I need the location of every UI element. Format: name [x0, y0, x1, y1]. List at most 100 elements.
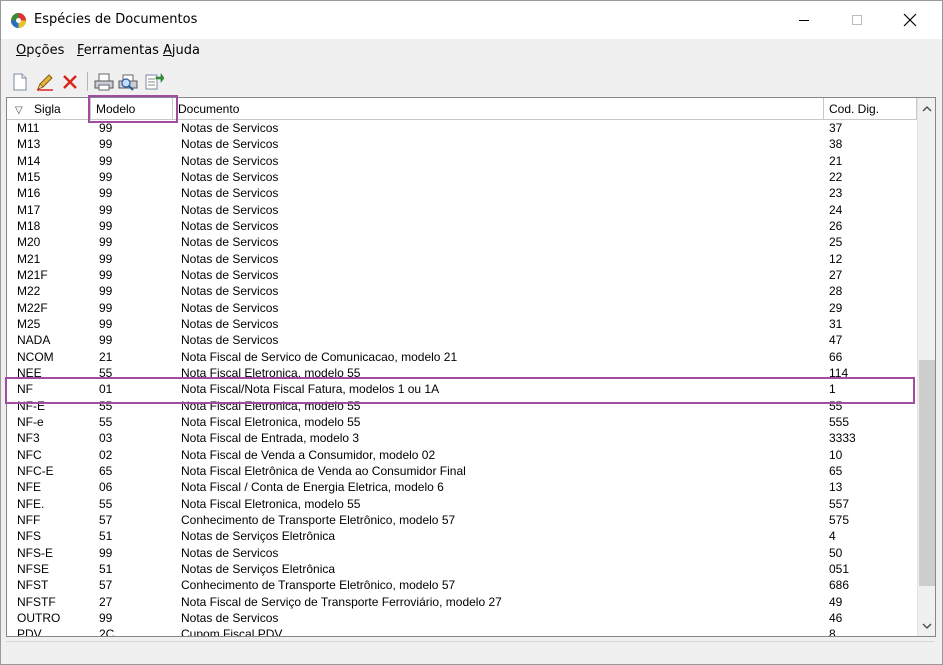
cell-modelo: 99	[99, 284, 113, 299]
table-row[interactable]: NFF 57 Conhecimento de Transporte Eletrôni…	[7, 512, 917, 528]
close-icon	[903, 13, 917, 27]
table-row[interactable]: NFS-E 99 Notas de Servicos 50	[7, 545, 917, 561]
table-row[interactable]: M22F 99 Notas de Servicos 29	[7, 300, 917, 316]
cell-sigla: M21	[17, 251, 41, 266]
table-row[interactable]: NFS 51 Notas de Serviços Eletrônica 4	[7, 528, 917, 544]
table-row[interactable]: M17 99 Notas de Servicos 24	[7, 202, 917, 218]
edit-button[interactable]	[34, 71, 56, 93]
cell-cod-dig: 50	[829, 545, 843, 560]
table-row[interactable]: M13 99 Notas de Servicos 38	[7, 136, 917, 152]
table-row[interactable]: M21F 99 Notas de Servicos 27	[7, 267, 917, 283]
cell-documento: Notas de Servicos	[181, 202, 279, 217]
cell-modelo: 02	[99, 447, 113, 462]
menu-ferramentas[interactable]: Ferramentas	[77, 43, 159, 58]
table-row[interactable]: NF-e 55 Nota Fiscal Eletronica, modelo 55 5…	[7, 414, 917, 430]
cell-cod-dig: 686	[829, 578, 850, 593]
table-row[interactable]: NF 01 Nota Fiscal/Nota Fiscal Fatura, mode…	[7, 381, 917, 397]
cell-cod-dig: 4	[829, 529, 836, 544]
column-header-documento-label: Documento	[178, 102, 240, 116]
delete-button[interactable]	[59, 71, 81, 93]
cell-modelo: 06	[99, 480, 113, 495]
scroll-thumb[interactable]	[919, 360, 935, 586]
table-row[interactable]: NCOM 21 Nota Fiscal de Servico de Comunica…	[7, 349, 917, 365]
cell-cod-dig: 24	[829, 202, 843, 217]
app-icon	[10, 12, 27, 29]
table-row[interactable]: NFC 02 Nota Fiscal de Venda a Consumidor, …	[7, 447, 917, 463]
minimize-button[interactable]	[781, 1, 827, 39]
table-row[interactable]: M11 99 Notas de Servicos 37	[7, 120, 917, 136]
table-row[interactable]: NFE. 55 Nota Fiscal Eletronica, modelo 55 5…	[7, 496, 917, 512]
cell-modelo: 57	[99, 578, 113, 593]
table-row[interactable]: NFC-E 65 Nota Fiscal Eletrônica de Venda a…	[7, 463, 917, 479]
table-row[interactable]: M25 99 Notas de Servicos 31	[7, 316, 917, 332]
print-preview-button[interactable]	[117, 71, 139, 93]
table-row[interactable]: M22 99 Notas de Servicos 28	[7, 283, 917, 299]
cell-modelo: 99	[99, 235, 113, 250]
menu-ajuda[interactable]: Ajuda	[163, 43, 200, 58]
cell-modelo: 99	[99, 251, 113, 266]
cell-modelo: 51	[99, 561, 113, 576]
column-header-documento[interactable]: Documento	[173, 98, 824, 119]
cell-cod-dig: 555	[829, 414, 850, 429]
cell-cod-dig: 22	[829, 169, 843, 184]
column-header-modelo[interactable]: Modelo	[91, 98, 173, 119]
table-row[interactable]: NF-E 55 Nota Fiscal Eletronica, modelo 55 5…	[7, 398, 917, 414]
maximize-button[interactable]	[834, 1, 880, 39]
cell-modelo: 27	[99, 594, 113, 609]
cell-cod-dig: 55	[829, 398, 843, 413]
cell-cod-dig: 26	[829, 218, 843, 233]
table-row[interactable]: M15 99 Notas de Servicos 22	[7, 169, 917, 185]
table-row[interactable]: PDV 2C Cupom Fiscal PDV 8	[7, 626, 917, 637]
cell-sigla: NF-e	[17, 414, 44, 429]
table-row[interactable]: OUTRO 99 Notas de Servicos 46	[7, 610, 917, 626]
cell-cod-dig: 37	[829, 121, 843, 135]
cell-sigla: M13	[17, 137, 41, 152]
cell-sigla: NFE	[17, 480, 41, 495]
table-row[interactable]: NFSTF 27 Nota Fiscal de Serviço de Transpo…	[7, 594, 917, 610]
cell-modelo: 99	[99, 610, 113, 625]
table-row[interactable]: NFE 06 Nota Fiscal / Conta de Energia Elet…	[7, 479, 917, 495]
table-row[interactable]: NFST 57 Conhecimento de Transporte Eletrôn…	[7, 577, 917, 593]
print-button[interactable]	[93, 71, 115, 93]
export-button[interactable]	[143, 71, 165, 93]
cell-modelo: 99	[99, 186, 113, 201]
cell-sigla: PDV	[17, 627, 42, 637]
cell-sigla: NEE	[17, 365, 42, 380]
cell-cod-dig: 8	[829, 627, 836, 637]
scroll-down-button[interactable]	[918, 617, 935, 634]
column-header-cod-dig[interactable]: Cod. Dig.	[824, 98, 917, 119]
table-row[interactable]: M16 99 Notas de Servicos 23	[7, 185, 917, 201]
scroll-up-button[interactable]	[918, 100, 935, 117]
table-row[interactable]: NFSE 51 Notas de Serviços Eletrônica 051	[7, 561, 917, 577]
table-row[interactable]: M18 99 Notas de Servicos 26	[7, 218, 917, 234]
vertical-scrollbar[interactable]	[917, 98, 935, 636]
cell-documento: Cupom Fiscal PDV	[181, 627, 283, 637]
menu-opcoes[interactable]: Opções	[16, 43, 64, 58]
table-row[interactable]: NEE 55 Nota Fiscal Eletronica, modelo 55 11…	[7, 365, 917, 381]
window-title: Espécies de Documentos	[34, 12, 198, 27]
column-header-sigla[interactable]: ▽ Sigla	[7, 98, 91, 119]
table-row[interactable]: NADA 99 Notas de Servicos 47	[7, 332, 917, 348]
cell-documento: Notas de Servicos	[181, 137, 279, 152]
new-button[interactable]	[9, 71, 31, 93]
cell-documento: Nota Fiscal Eletronica, modelo 55	[181, 414, 361, 429]
toolbar	[1, 66, 942, 96]
column-header-modelo-label: Modelo	[96, 102, 136, 116]
table-row[interactable]: M14 99 Notas de Servicos 21	[7, 153, 917, 169]
table-row[interactable]: NF3 03 Nota Fiscal de Entrada, modelo 3 333…	[7, 430, 917, 446]
documents-grid[interactable]: ▽ Sigla Modelo Documento Cod. Dig. M11 99…	[6, 97, 936, 637]
cell-cod-dig: 28	[829, 284, 843, 299]
table-row[interactable]: M20 99 Notas de Servicos 25	[7, 234, 917, 250]
close-button[interactable]	[887, 1, 933, 39]
table-row[interactable]: M21 99 Notas de Servicos 12	[7, 251, 917, 267]
title-bar[interactable]: Espécies de Documentos	[1, 1, 942, 39]
cell-modelo: 65	[99, 463, 113, 478]
menu-ajuda-label: juda	[171, 43, 200, 58]
cell-sigla: NFS	[17, 529, 41, 544]
cell-modelo: 03	[99, 431, 113, 446]
cell-cod-dig: 12	[829, 251, 843, 266]
cell-sigla: M25	[17, 316, 41, 331]
cell-cod-dig: 051	[829, 561, 850, 576]
cell-documento: Notas de Servicos	[181, 235, 279, 250]
cell-documento: Notas de Servicos	[181, 545, 279, 560]
